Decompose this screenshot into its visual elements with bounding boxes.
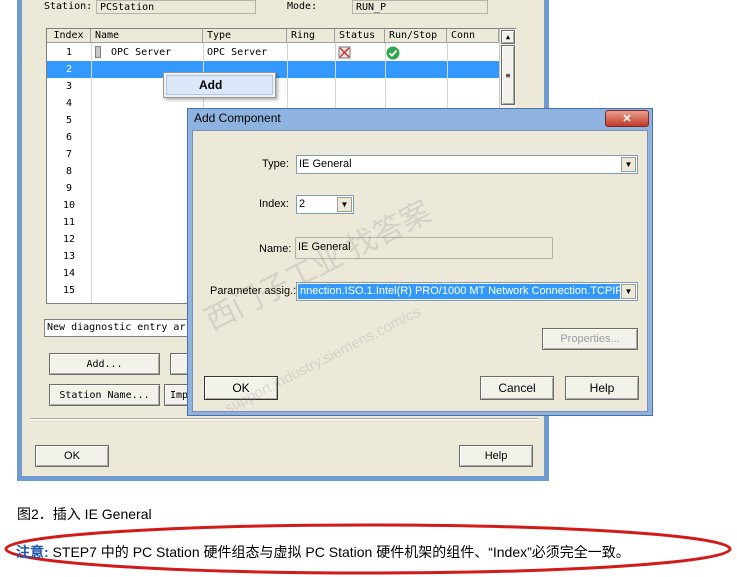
- type-select-value: IE General: [299, 158, 352, 170]
- row-index: 5: [65, 115, 73, 126]
- run-ok-check-icon: [386, 46, 400, 60]
- index-select[interactable]: 2 ▼: [296, 195, 354, 214]
- type-label: Type:: [262, 158, 289, 170]
- column-header-index[interactable]: Index: [47, 29, 91, 43]
- row-name: OPC Server: [111, 47, 172, 58]
- row-index: 8: [65, 166, 73, 177]
- ok-button[interactable]: OK: [35, 445, 109, 467]
- diagnostic-entry-field[interactable]: New diagnostic entry arr: [44, 319, 194, 337]
- chevron-down-icon[interactable]: ▼: [337, 197, 352, 212]
- row-index: 4: [65, 98, 73, 109]
- row-type: OPC Server: [207, 47, 268, 58]
- row-index: 10: [62, 200, 76, 211]
- note-label: 注意:: [16, 544, 49, 560]
- parameter-assignment-label: Parameter assig.:: [210, 285, 297, 297]
- row-index: 9: [65, 183, 73, 194]
- column-header-ring[interactable]: Ring: [287, 29, 335, 43]
- dialog-help-button[interactable]: Help: [565, 376, 639, 400]
- station-name-field: PCStation: [96, 0, 256, 14]
- module-status-icon: [338, 46, 351, 59]
- scroll-thumb[interactable]: ≡: [501, 45, 515, 105]
- column-header-type[interactable]: Type: [203, 29, 287, 43]
- chevron-down-icon[interactable]: ▼: [621, 157, 636, 172]
- note: 注意: STEP7 中的 PC Station 硬件组态与虚拟 PC Stati…: [16, 542, 630, 562]
- context-menu-item-add[interactable]: Add: [166, 75, 273, 95]
- help-button[interactable]: Help: [459, 445, 533, 467]
- dialog-title: Add Component: [194, 111, 281, 125]
- grid-line: [91, 43, 92, 303]
- separator: [30, 418, 538, 420]
- row-index: 15: [62, 285, 76, 296]
- add-button[interactable]: Add...: [49, 353, 160, 375]
- note-text: STEP7 中的 PC Station 硬件组态与虚拟 PC Station 硬…: [48, 544, 630, 560]
- mode-field: RUN_P: [352, 0, 488, 14]
- mode-label: Mode:: [287, 1, 318, 12]
- column-header-status[interactable]: Status: [335, 29, 385, 43]
- row-index: 12: [62, 234, 76, 245]
- properties-button[interactable]: Properties...: [542, 328, 638, 350]
- index-label: Index:: [259, 198, 289, 210]
- close-icon[interactable]: ✕: [605, 110, 649, 127]
- row-index: 2: [65, 64, 73, 75]
- dialog-cancel-button[interactable]: Cancel: [480, 376, 554, 400]
- name-field: IE General: [295, 237, 553, 259]
- row-index: 7: [65, 149, 73, 160]
- type-select[interactable]: IE General ▼: [296, 155, 638, 174]
- row-index: 1: [65, 47, 73, 58]
- row-index: 11: [62, 217, 76, 228]
- context-menu: Add: [163, 72, 276, 98]
- column-header-run-stop[interactable]: Run/Stop: [385, 29, 447, 43]
- station-name-button[interactable]: Station Name...: [49, 384, 160, 406]
- parameter-assignment-select[interactable]: nnection.ISO.1.Intel(R) PRO/1000 MT Netw…: [296, 282, 638, 301]
- table-row[interactable]: 1 OPC Server OPC Server: [47, 44, 499, 61]
- row-index: 13: [62, 251, 76, 262]
- dialog-ok-button[interactable]: OK: [204, 376, 278, 400]
- pc-component-icon: [95, 46, 101, 58]
- station-label: Station:: [44, 1, 93, 12]
- column-header-conn[interactable]: Conn: [447, 29, 499, 43]
- row-index: 14: [62, 268, 76, 279]
- scroll-up-arrow-icon[interactable]: ▲: [501, 30, 515, 44]
- column-header-name[interactable]: Name: [91, 29, 203, 43]
- row-index: 6: [65, 132, 73, 143]
- index-select-value: 2: [299, 198, 306, 210]
- chevron-down-icon[interactable]: ▼: [621, 284, 636, 299]
- row-index: 3: [65, 81, 73, 92]
- parameter-assignment-value: nnection.ISO.1.Intel(R) PRO/1000 MT Netw…: [298, 284, 620, 299]
- name-label: Name:: [259, 243, 292, 255]
